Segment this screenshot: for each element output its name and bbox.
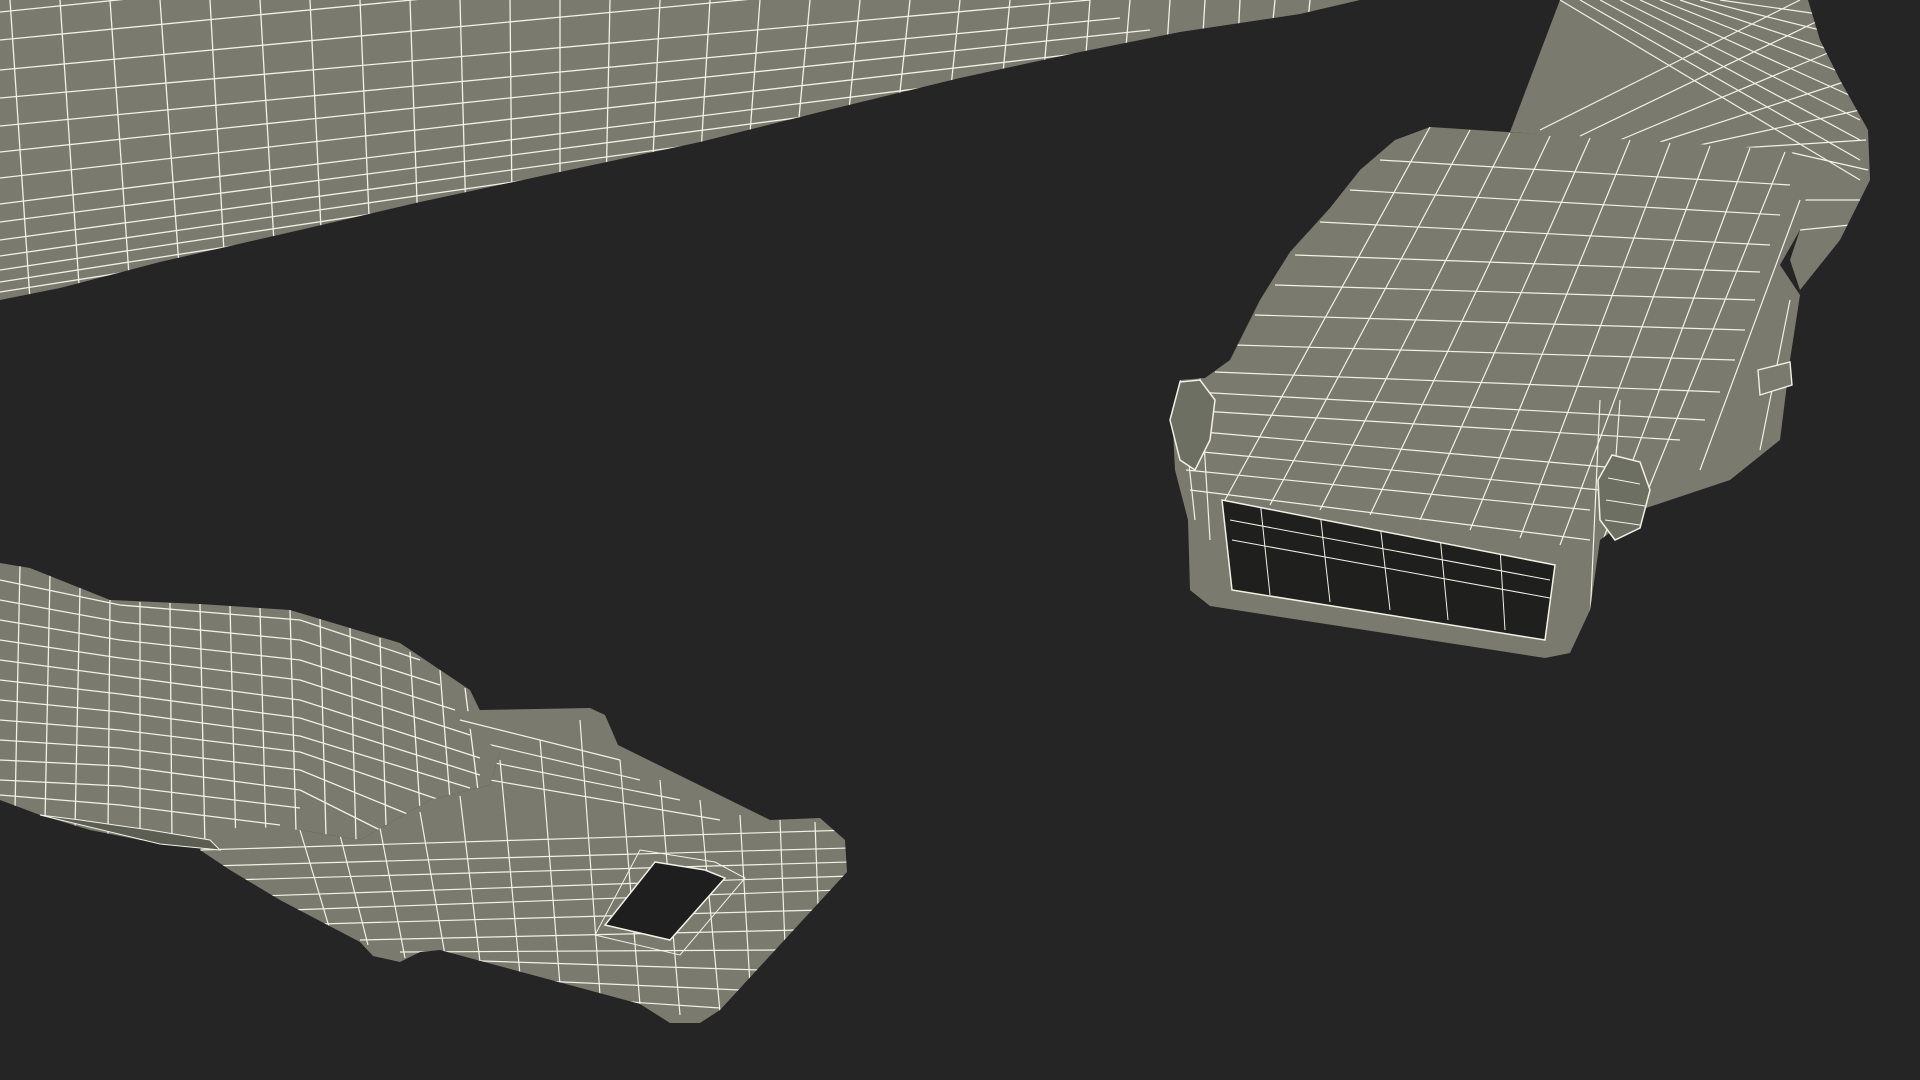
wireframe-render [0, 0, 1920, 1080]
